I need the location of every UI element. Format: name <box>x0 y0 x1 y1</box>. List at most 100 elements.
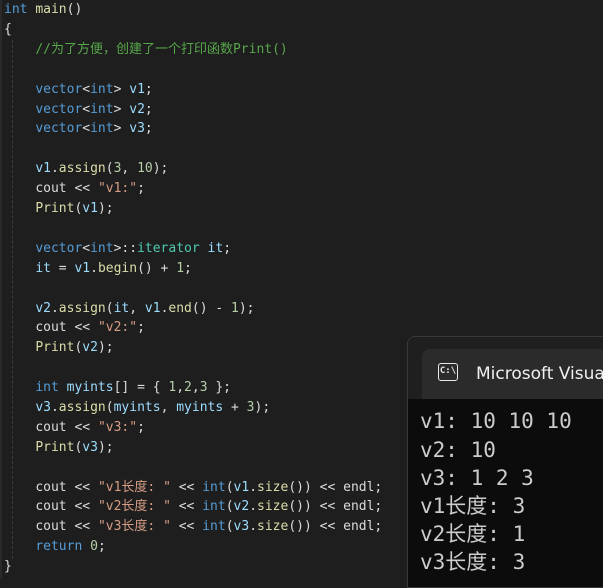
code-token: int <box>90 121 114 136</box>
code-token: size <box>257 519 289 534</box>
console-output-line: v3: 1 2 3 <box>420 466 534 490</box>
code-token: v1 <box>74 261 91 276</box>
code-token: "v1长度: " <box>97 480 171 495</box>
code-token: size <box>257 480 289 495</box>
code-token: () + <box>137 261 177 276</box>
code-token: Print <box>35 201 75 216</box>
code-token: v3 <box>82 440 98 455</box>
console-titlebar[interactable]: C:\ Microsoft Visua <box>408 337 603 399</box>
code-line: Print(v3); <box>4 438 114 458</box>
code-token: it <box>113 301 130 316</box>
console-tab[interactable]: C:\ Microsoft Visua <box>422 349 603 399</box>
code-token: 3 <box>199 380 208 395</box>
code-token: v3 <box>35 400 51 415</box>
code-token: , <box>160 400 177 415</box>
code-token: v2 <box>82 340 98 355</box>
code-token: "v3长度: " <box>97 519 171 534</box>
code-line: cout << "v3:"; <box>4 418 145 438</box>
code-token: ; <box>144 121 153 136</box>
editor-gutter <box>0 0 2 579</box>
code-token: 1 <box>176 261 185 276</box>
code-token: << <box>170 480 203 495</box>
code-token: ()) << endl; <box>288 499 383 514</box>
code-token: ); <box>152 161 169 176</box>
code-line: cout << "v3长度: " << int(v3.size()) << en… <box>4 517 382 537</box>
code-line: { <box>4 20 12 40</box>
code-token: . <box>50 301 59 316</box>
code-token: }; <box>207 380 232 395</box>
code-token: ()) << endl; <box>288 480 383 495</box>
code-line: it = v1.begin() + 1; <box>4 259 192 279</box>
code-token: //为了方便，创建了一个打印函数Print() <box>35 42 288 57</box>
code-token: ( <box>225 519 234 534</box>
code-token: end <box>168 301 192 316</box>
code-token: . <box>249 519 258 534</box>
code-token: "v2长度: " <box>97 499 171 514</box>
code-token: } <box>4 559 12 574</box>
code-line: int main() <box>4 0 82 20</box>
code-token: < <box>82 121 91 136</box>
code-token: Print <box>35 440 75 455</box>
code-token: int <box>90 82 114 97</box>
code-token: "v3:" <box>97 420 138 435</box>
code-token: main <box>35 2 67 17</box>
console-output-line: v2: 10 <box>420 438 496 462</box>
code-token: ; <box>137 181 145 196</box>
code-token: ; <box>184 261 192 276</box>
code-token: myints <box>176 400 224 415</box>
code-token: ( <box>105 161 114 176</box>
code-token: v2 <box>35 301 51 316</box>
code-token: 2 <box>184 380 192 395</box>
code-line: Print(v1); <box>4 199 113 219</box>
code-token: return <box>35 539 83 554</box>
code-token: ; <box>223 241 232 256</box>
console-window[interactable]: C:\ Microsoft Visua v1: 10 10 10 v2: 10 … <box>407 336 603 588</box>
code-token: < <box>82 241 91 256</box>
code-token: iterator <box>137 241 200 256</box>
code-token: ; <box>144 82 153 97</box>
code-token: int <box>202 499 226 514</box>
code-token: cout << <box>35 420 98 435</box>
code-token: + <box>223 400 247 415</box>
code-token: it <box>207 241 224 256</box>
code-token: assign <box>58 400 106 415</box>
code-token: v3 <box>129 121 145 136</box>
code-line: return 0; <box>4 537 106 557</box>
code-token: 3 <box>246 400 255 415</box>
code-token: ( <box>225 480 234 495</box>
code-token: > <box>113 121 130 136</box>
code-token: . <box>50 400 59 415</box>
code-token: "v2:" <box>97 320 138 335</box>
code-token: assign <box>58 161 106 176</box>
code-token: ( <box>105 400 114 415</box>
code-token: , <box>191 380 200 395</box>
code-token: v1 <box>233 480 250 495</box>
code-line: int myints[] = { 1,2,3 }; <box>4 378 231 398</box>
code-token: < <box>82 82 91 97</box>
code-token: int <box>90 102 114 117</box>
code-token: int <box>35 380 59 395</box>
code-token: cout << <box>35 320 98 335</box>
code-token: vector <box>35 121 83 136</box>
code-token: ); <box>97 440 114 455</box>
code-token: ; <box>97 539 106 554</box>
code-token: v3 <box>233 519 250 534</box>
code-token: Print <box>35 340 75 355</box>
code-token: cout << <box>35 499 98 514</box>
code-token: it <box>35 261 51 276</box>
